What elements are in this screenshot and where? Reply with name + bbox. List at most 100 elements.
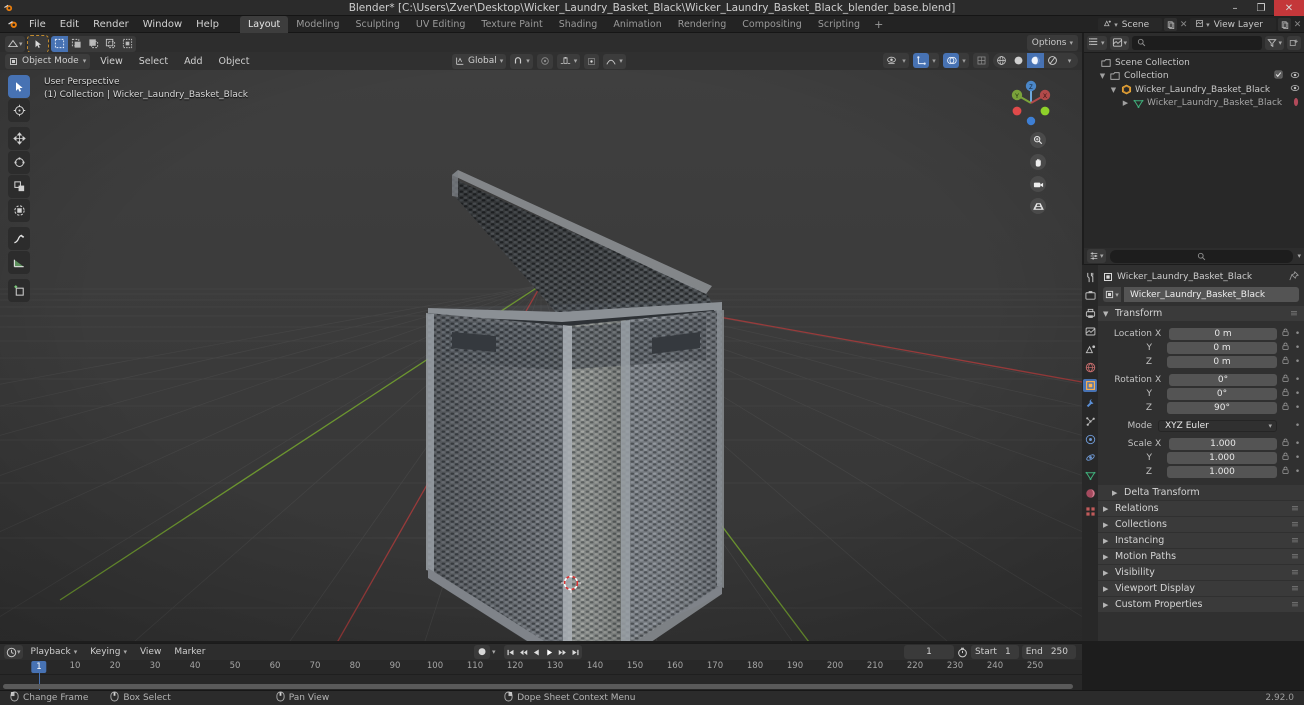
remove-view-layer-button[interactable]: ✕ xyxy=(1293,20,1302,30)
end-frame-field[interactable]: End 250 xyxy=(1021,645,1076,659)
lock-icon[interactable] xyxy=(1279,452,1291,463)
tab-object-data[interactable] xyxy=(1083,469,1097,482)
snap-during-transform-toggle[interactable] xyxy=(584,53,600,69)
animate-property-dot[interactable]: • xyxy=(1293,467,1302,477)
scale-z-field[interactable]: 1.000 xyxy=(1167,465,1277,478)
outliner-row-collection[interactable]: ▼ Collection xyxy=(1084,70,1304,84)
proportional-edit-toggle[interactable] xyxy=(536,53,553,69)
lock-icon[interactable] xyxy=(1279,388,1291,399)
timeline-ruler[interactable]: 10 20 30 40 50 60 70 80 90 100 110 120 130 140 150 160 1… xyxy=(0,660,1082,674)
properties-search-input[interactable] xyxy=(1109,249,1294,263)
tab-scene[interactable] xyxy=(1083,343,1097,356)
location-x-field[interactable]: 0 m xyxy=(1169,327,1277,340)
close-button[interactable]: ✕ xyxy=(1274,0,1304,16)
panel-delta-transform[interactable]: ▶ Delta Transform xyxy=(1098,485,1304,500)
lock-icon[interactable] xyxy=(1279,328,1291,339)
eye-icon[interactable] xyxy=(1290,70,1300,83)
rotation-z-field[interactable]: 90° xyxy=(1167,401,1277,414)
play-button[interactable] xyxy=(543,645,556,659)
tab-particles[interactable] xyxy=(1083,415,1097,428)
menu-file[interactable]: File xyxy=(22,17,53,32)
jump-to-next-keyframe-button[interactable] xyxy=(556,645,569,659)
properties-editor-type[interactable]: ▾ xyxy=(1087,249,1106,263)
outliner-expand-arrow[interactable]: ▼ xyxy=(1097,72,1108,80)
lock-icon[interactable] xyxy=(1279,356,1291,367)
start-frame-field[interactable]: Start 1 xyxy=(970,645,1019,659)
outliner-filter-button[interactable]: ▾ xyxy=(1265,35,1284,50)
tab-view-layer[interactable] xyxy=(1083,325,1097,338)
animate-property-dot[interactable]: • xyxy=(1293,357,1302,367)
blender-logo-icon[interactable] xyxy=(4,18,22,30)
tab-shading[interactable]: Shading xyxy=(551,16,606,33)
tool-add-cube[interactable] xyxy=(8,279,30,302)
tab-tool[interactable] xyxy=(1083,271,1097,284)
pin-icon[interactable] xyxy=(1289,270,1299,284)
tab-constraints[interactable] xyxy=(1083,451,1097,464)
snap-magnet-toggle[interactable]: ▾ xyxy=(510,53,533,69)
rotation-y-field[interactable]: 0° xyxy=(1167,387,1277,400)
timeline-menu-keying[interactable]: Keying ▾ xyxy=(85,646,132,658)
tab-rendering[interactable]: Rendering xyxy=(670,16,735,33)
options-button[interactable]: Options ▾ xyxy=(1026,35,1078,51)
outliner-row-scene-collection[interactable]: Scene Collection xyxy=(1084,56,1304,70)
tab-texture-paint[interactable]: Texture Paint xyxy=(473,16,550,33)
viewport-menu-view[interactable]: View xyxy=(94,55,129,68)
animate-property-dot[interactable]: • xyxy=(1293,453,1302,463)
select-extend-button[interactable] xyxy=(68,36,85,52)
animate-property-dot[interactable]: • xyxy=(1293,421,1302,431)
tab-output[interactable] xyxy=(1083,307,1097,320)
jump-to-prev-keyframe-button[interactable] xyxy=(517,645,530,659)
checkbox-icon[interactable] xyxy=(1274,70,1283,82)
outliner-row-object[interactable]: ▼ Wicker_Laundry_Basket_Black xyxy=(1084,83,1304,97)
tab-scripting[interactable]: Scripting xyxy=(810,16,868,33)
lock-icon[interactable] xyxy=(1279,466,1291,477)
jump-to-start-button[interactable] xyxy=(504,645,517,659)
tab-animation[interactable]: Animation xyxy=(605,16,669,33)
interaction-mode-selector[interactable]: Object Mode ▾ xyxy=(5,53,91,69)
shading-wireframe-button[interactable] xyxy=(993,53,1010,68)
lock-icon[interactable] xyxy=(1279,438,1291,449)
rotation-x-field[interactable]: 0° xyxy=(1169,373,1277,386)
outliner-expand-arrow[interactable]: ▼ xyxy=(1108,86,1119,94)
animate-property-dot[interactable]: • xyxy=(1293,343,1302,353)
tool-move[interactable] xyxy=(8,127,30,150)
tool-select-box[interactable] xyxy=(8,75,30,98)
timeline-editor[interactable]: 10 20 30 40 50 60 70 80 90 100 110 120 130 140 150 160 1… xyxy=(0,660,1082,691)
object-id-icon[interactable]: ▾ xyxy=(1103,287,1121,302)
outliner-search-input[interactable] xyxy=(1132,35,1263,50)
menu-render[interactable]: Render xyxy=(86,17,136,32)
outliner-row-mesh[interactable]: ▶ Wicker_Laundry_Basket_Black xyxy=(1084,97,1304,111)
tool-annotate[interactable] xyxy=(8,227,30,250)
viewport-menu-add[interactable]: Add xyxy=(178,55,208,68)
zoom-icon[interactable] xyxy=(1030,132,1046,148)
select-invert-button[interactable] xyxy=(102,36,119,52)
outliner-editor-type[interactable]: ▾ xyxy=(1087,35,1107,50)
play-reverse-button[interactable] xyxy=(530,645,543,659)
properties-panel[interactable]: Wicker_Laundry_Basket_Black ▾ Wicker_Lau… xyxy=(1098,265,1304,641)
menu-window[interactable]: Window xyxy=(136,17,189,32)
gizmo-toggle-group[interactable]: ▾ xyxy=(913,53,939,68)
animate-property-dot[interactable]: • xyxy=(1293,329,1302,339)
maximize-button[interactable]: ❐ xyxy=(1248,0,1274,16)
location-y-field[interactable]: 0 m xyxy=(1167,341,1277,354)
outliner-new-collection-button[interactable] xyxy=(1287,35,1301,50)
tab-compositing[interactable]: Compositing xyxy=(734,16,810,33)
scale-x-field[interactable]: 1.000 xyxy=(1169,437,1277,450)
3d-viewport[interactable]: User Perspective (1) Collection | Wicker… xyxy=(0,70,1082,641)
object-id-block[interactable]: ▾ Wicker_Laundry_Basket_Black xyxy=(1103,287,1299,302)
location-z-field[interactable]: 0 m xyxy=(1167,355,1277,368)
camera-view-icon[interactable] xyxy=(1030,176,1046,192)
timeline-menu-view[interactable]: View xyxy=(135,646,166,658)
tab-object-properties[interactable] xyxy=(1083,379,1097,392)
tab-render[interactable] xyxy=(1083,289,1097,302)
tab-material[interactable] xyxy=(1083,487,1097,500)
lock-icon[interactable] xyxy=(1279,342,1291,353)
scene-selector[interactable]: ▾ Scene xyxy=(1098,18,1163,31)
proportional-falloff-selector[interactable]: ▾ xyxy=(556,53,581,69)
rotation-mode-dropdown[interactable]: XYZ Euler ▾ xyxy=(1158,419,1277,432)
auto-keying-button[interactable]: ● xyxy=(474,645,490,659)
panel-motion-paths[interactable]: ▶ Motion Paths ≡ xyxy=(1098,549,1304,564)
lock-icon[interactable] xyxy=(1279,374,1291,385)
auto-keying-caret[interactable]: ▾ xyxy=(492,648,496,656)
tool-measure[interactable] xyxy=(8,251,30,274)
